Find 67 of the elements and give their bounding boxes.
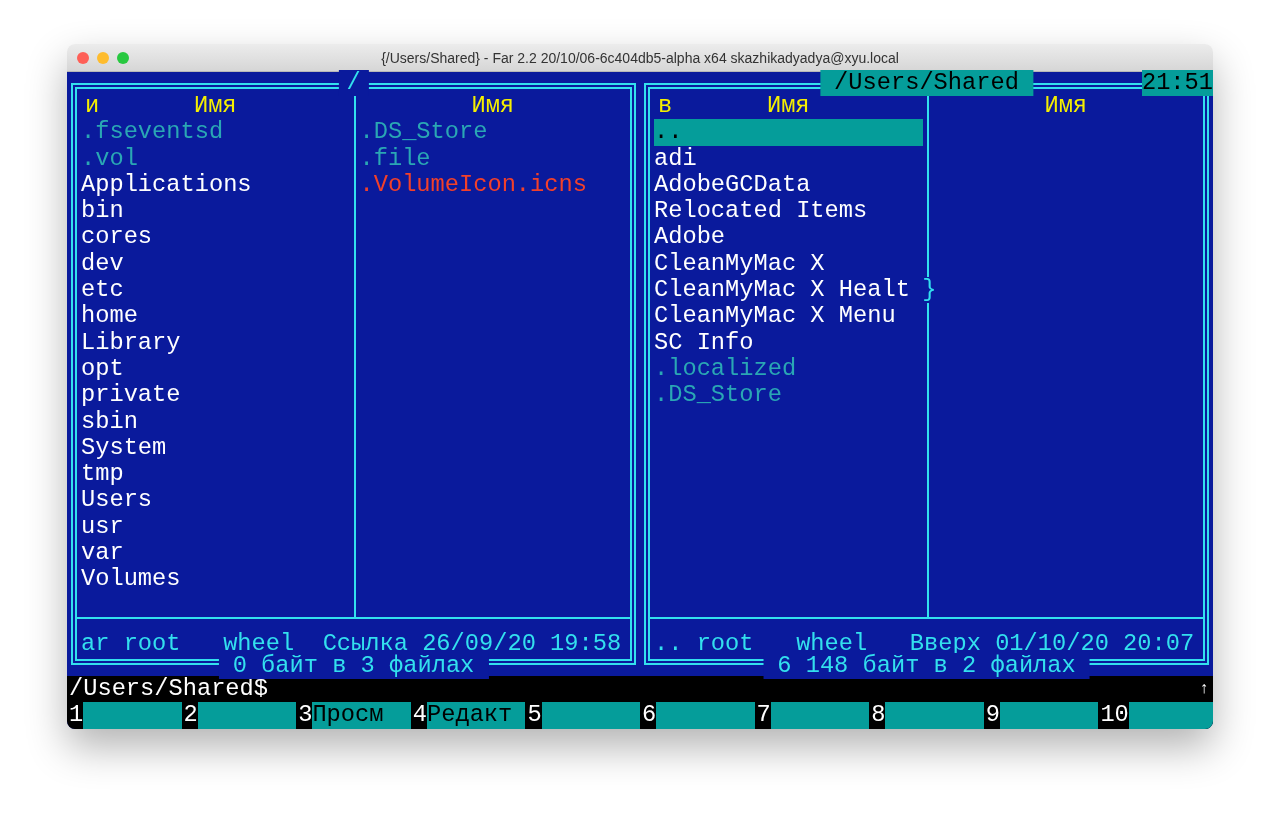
key-number: 9 (984, 702, 1000, 729)
file-item[interactable]: dev (81, 250, 124, 278)
function-key[interactable]: Редакт (427, 702, 526, 729)
key-number: 2 (182, 702, 198, 729)
file-item[interactable]: bin (81, 198, 124, 225)
function-key[interactable] (885, 702, 984, 729)
view-mode-letter: и (85, 93, 100, 120)
key-number: 8 (870, 702, 886, 729)
file-item[interactable]: Relocated Items (654, 198, 868, 225)
file-item[interactable]: .vol (81, 145, 138, 172)
zoom-icon[interactable] (117, 51, 129, 64)
key-number: 1 (68, 702, 84, 729)
file-item[interactable]: System (81, 434, 167, 462)
minimize-icon[interactable] (97, 51, 109, 64)
column-header: Имя (1044, 93, 1088, 120)
scroll-mark: ↑ (1199, 679, 1209, 700)
column-header: Имя (766, 93, 810, 120)
file-item[interactable]: Users (81, 487, 153, 514)
key-number: 7 (755, 702, 771, 729)
overflow-mark: } (922, 277, 937, 304)
key-number: 5 (526, 702, 542, 729)
file-item[interactable]: CleanMyMac X (654, 250, 825, 278)
command-prompt: /Users/Shared$ (69, 676, 268, 703)
file-item[interactable]: adi (654, 145, 697, 172)
function-key[interactable] (541, 702, 640, 729)
file-item[interactable]: etc (81, 277, 124, 304)
file-item[interactable]: opt (81, 355, 124, 383)
file-item[interactable]: Adobe (654, 224, 726, 251)
key-number: 10 (1099, 702, 1129, 729)
view-mode-letter: в (658, 93, 673, 120)
file-item[interactable]: .DS_Store (654, 382, 782, 409)
function-key[interactable] (197, 702, 297, 729)
file-item[interactable]: .. (654, 119, 923, 146)
window-title: {/Users/Shared} - Far 2.2 20/10/06-6c404db5-alpha x64 skazhikadyadya@xyu.local (381, 49, 899, 66)
function-key[interactable] (83, 702, 182, 729)
file-item[interactable]: CleanMyMac X Healt (654, 277, 910, 304)
function-key[interactable]: Просм (312, 702, 411, 729)
file-item[interactable]: SC Info (654, 329, 754, 356)
panel-path: / (338, 70, 369, 97)
function-key[interactable] (770, 702, 870, 729)
file-item[interactable]: .localized (654, 355, 797, 383)
file-item[interactable]: AdobeGCData (654, 171, 811, 199)
clock: 21:51 (1141, 70, 1213, 97)
file-item[interactable]: CleanMyMac X Menu (654, 303, 896, 330)
close-icon[interactable] (77, 51, 89, 64)
file-item[interactable]: usr (81, 513, 124, 541)
file-item[interactable]: tmp (81, 461, 124, 488)
key-number: 6 (641, 702, 657, 729)
key-number: 3 (297, 702, 313, 729)
file-item[interactable]: cores (81, 224, 153, 251)
file-item[interactable]: private (81, 382, 181, 409)
file-item[interactable]: Library (81, 329, 181, 356)
file-item[interactable]: .DS_Store (359, 119, 488, 146)
function-key[interactable] (1000, 702, 1099, 729)
column-header: Имя (193, 93, 237, 120)
file-item[interactable]: sbin (81, 408, 138, 435)
key-number: 4 (411, 702, 427, 729)
file-item[interactable]: Applications (81, 171, 252, 199)
file-item[interactable]: .file (359, 145, 431, 172)
panel-path: /Users/Shared (819, 70, 1034, 97)
function-key[interactable] (1128, 702, 1213, 729)
file-item[interactable]: home (81, 303, 138, 330)
function-key[interactable] (656, 702, 755, 729)
file-item[interactable]: Volumes (81, 566, 181, 593)
file-item[interactable]: .fseventsd (81, 119, 224, 146)
column-header: Имя (471, 93, 515, 120)
file-item[interactable]: var (81, 540, 124, 567)
